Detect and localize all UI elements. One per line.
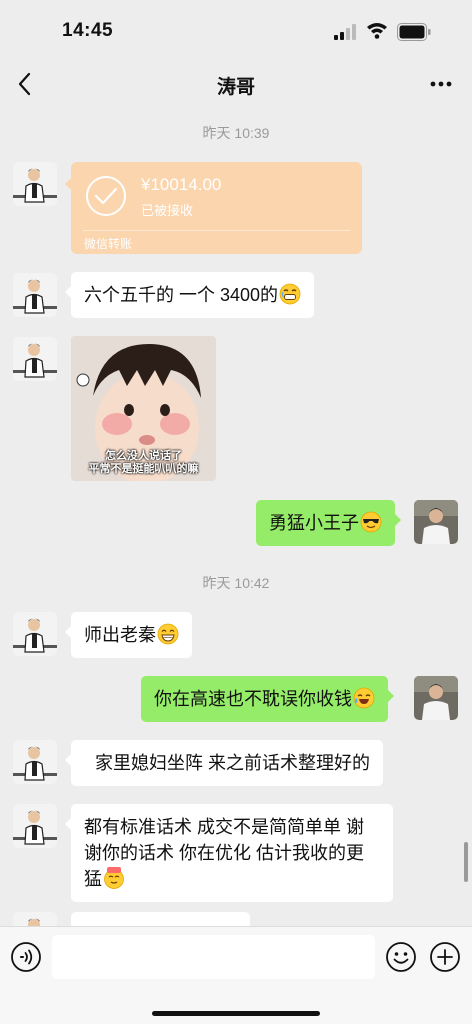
contact-avatar[interactable] xyxy=(13,740,57,784)
my-avatar[interactable] xyxy=(414,676,458,720)
transfer-divider xyxy=(83,230,350,231)
message-timestamp: 昨天 10:42 xyxy=(202,575,270,591)
contact-avatar[interactable] xyxy=(13,337,57,381)
transfer-label: 微信转账 xyxy=(84,237,133,251)
sticker-caption-line: 怎么没人说话了 xyxy=(105,450,182,462)
message-text: 六个五千的 一个 3400的 xyxy=(84,285,279,305)
666-thinking-emoji-icon xyxy=(104,867,124,889)
more-actions-plus-icon[interactable] xyxy=(429,941,461,973)
transfer-status: 已被接收 xyxy=(141,203,194,218)
sticker-caption-line: 平常不是挺能叭叭的嘛 xyxy=(88,463,199,475)
message-input[interactable] xyxy=(52,935,375,979)
tears-of-joy-emoji-icon xyxy=(353,687,375,709)
battery-icon xyxy=(397,23,431,41)
home-indicator xyxy=(152,1011,320,1016)
transfer-amount: ¥10014.00 xyxy=(141,175,222,194)
message-bubble[interactable]: 六个五千的 一个 3400的 xyxy=(64,272,315,318)
chat-header: 涛哥 xyxy=(0,62,472,106)
message-text: 师出老秦 xyxy=(84,625,156,645)
sticker-caption: 怎么没人说话了 平常不是挺能叭叭的嘛 xyxy=(71,450,216,476)
wifi-icon xyxy=(367,23,387,39)
message-bubble[interactable]: 都有标准话术 成交不是简简单单 谢 谢你的话术 你在优化 估计我收的更 猛 xyxy=(65,804,393,902)
contact-avatar[interactable] xyxy=(13,612,57,656)
sunglasses-emoji-icon xyxy=(360,511,382,533)
message-text-line: 谢你的话术 你在优化 估计我收的更 xyxy=(84,843,365,863)
message-text: 勇猛小王子 xyxy=(269,513,359,533)
grimacing-laugh-emoji-icon xyxy=(279,283,301,305)
sticker-image[interactable]: 怎么没人说话了 平常不是挺能叭叭的嘛 xyxy=(71,336,216,481)
more-options-icon[interactable] xyxy=(430,74,452,94)
cellular-signal-icon xyxy=(334,24,356,40)
message-text-line: 猛 xyxy=(84,869,102,889)
check-circle-icon xyxy=(86,176,126,216)
message-bubble[interactable]: 师出老秦 xyxy=(65,612,192,658)
message-text: 你在高速也不耽误你收钱 xyxy=(154,689,352,709)
scrollbar[interactable] xyxy=(464,842,468,882)
message-text: 家里媳妇坐阵 来之前话术整理好的 xyxy=(95,753,370,773)
input-bar xyxy=(0,926,472,1024)
contact-avatar[interactable] xyxy=(13,912,57,926)
status-time: 14:45 xyxy=(62,20,114,41)
emoji-picker-icon[interactable] xyxy=(385,941,417,973)
message-bubble[interactable]: 家里媳妇坐阵 来之前话术整理好的 xyxy=(65,740,383,786)
grinning-emoji-icon xyxy=(157,623,179,645)
money-transfer-card[interactable]: ¥10014.00 已被接收 微信转账 xyxy=(65,162,362,254)
contact-avatar[interactable] xyxy=(13,804,57,848)
voice-input-icon[interactable] xyxy=(10,941,42,973)
chat-title: 涛哥 xyxy=(216,77,255,98)
message-timestamp: 昨天 10:39 xyxy=(202,125,270,141)
message-bubble-outgoing[interactable]: 勇猛小王子 xyxy=(256,500,401,546)
contact-avatar[interactable] xyxy=(13,273,57,317)
status-bar: 14:45 xyxy=(0,0,472,62)
message-bubble-partial[interactable] xyxy=(71,912,250,926)
message-bubble-outgoing[interactable]: 你在高速也不耽误你收钱 xyxy=(141,676,394,722)
message-text-line: 都有标准话术 成交不是简简单单 谢 xyxy=(84,817,365,837)
my-avatar[interactable] xyxy=(414,500,458,544)
contact-avatar[interactable] xyxy=(13,162,57,206)
